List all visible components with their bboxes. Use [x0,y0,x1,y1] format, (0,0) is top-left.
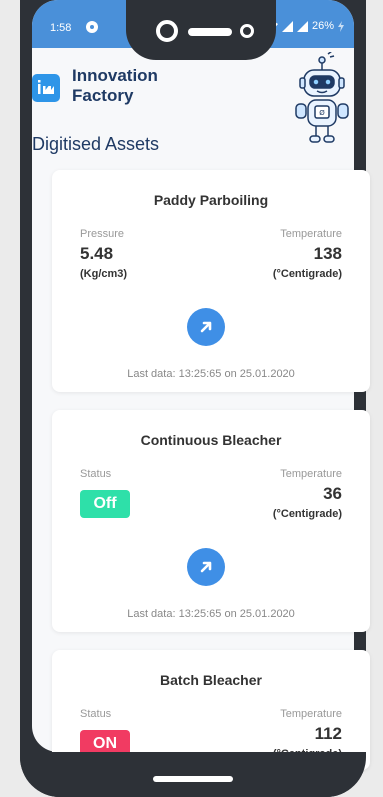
asset-name: Batch Bleacher [160,672,262,688]
bottom-bezel [20,752,366,797]
last-data-timestamp: Last data: 13:25:65 on 25.01.2020 [127,608,295,620]
home-indicator-bar[interactable] [153,776,233,782]
temperature-value: 138 [313,244,342,263]
front-camera [156,20,178,42]
last-data-timestamp: Last data: 13:25:65 on 25.01.2020 [127,368,295,380]
svg-text:Ø: Ø [319,109,325,117]
earpiece-speaker [188,28,232,36]
brand-name: Innovation Factory [72,66,158,106]
brand-line-2: Factory [72,86,134,105]
arrow-up-right-icon [200,561,212,573]
brand-line-1: Innovation [72,66,158,85]
battery-charging-icon [338,20,344,32]
status-time: 1:58 [50,22,72,34]
logo-icon [32,74,60,102]
open-asset-button[interactable] [187,548,225,586]
sensor [240,24,254,38]
temperature-label: Temperature [280,708,342,720]
pressure-value: 5.48 [80,244,114,263]
robot-illustration: Ø [295,52,349,143]
asset-name: Paddy Parboiling [153,192,269,208]
camera-notch [126,0,276,60]
asset-card-continuous-bleacher[interactable]: Continuous Bleacher Status Off Temperatu… [52,410,370,632]
page-title: Digitised Assets [32,134,160,154]
status-label: Status [80,468,112,480]
notification-icon [86,21,98,33]
status-label: Status [80,708,112,720]
signal-icon-2 [296,20,308,32]
pressure-label: Pressure [80,228,125,240]
arrow-up-right-icon [200,321,212,333]
status-badge: Off [80,490,130,518]
open-asset-button[interactable] [187,308,225,346]
signal-icon [281,20,293,32]
temperature-value: 36 [323,484,342,503]
temperature-value: 112 [314,724,342,743]
temperature-label: Temperature [280,228,342,240]
asset-card-paddy-parboiling[interactable]: Paddy Parboiling Pressure 5.48 (Kg/cm3) … [52,170,370,392]
pressure-unit: (Kg/cm3) [80,268,128,280]
temperature-unit: (°Centigrade) [272,268,342,280]
battery-percent: 26% [311,20,334,32]
asset-name: Continuous Bleacher [140,432,282,448]
temperature-unit: (°Centigrade) [272,508,342,520]
temperature-label: Temperature [280,468,342,480]
